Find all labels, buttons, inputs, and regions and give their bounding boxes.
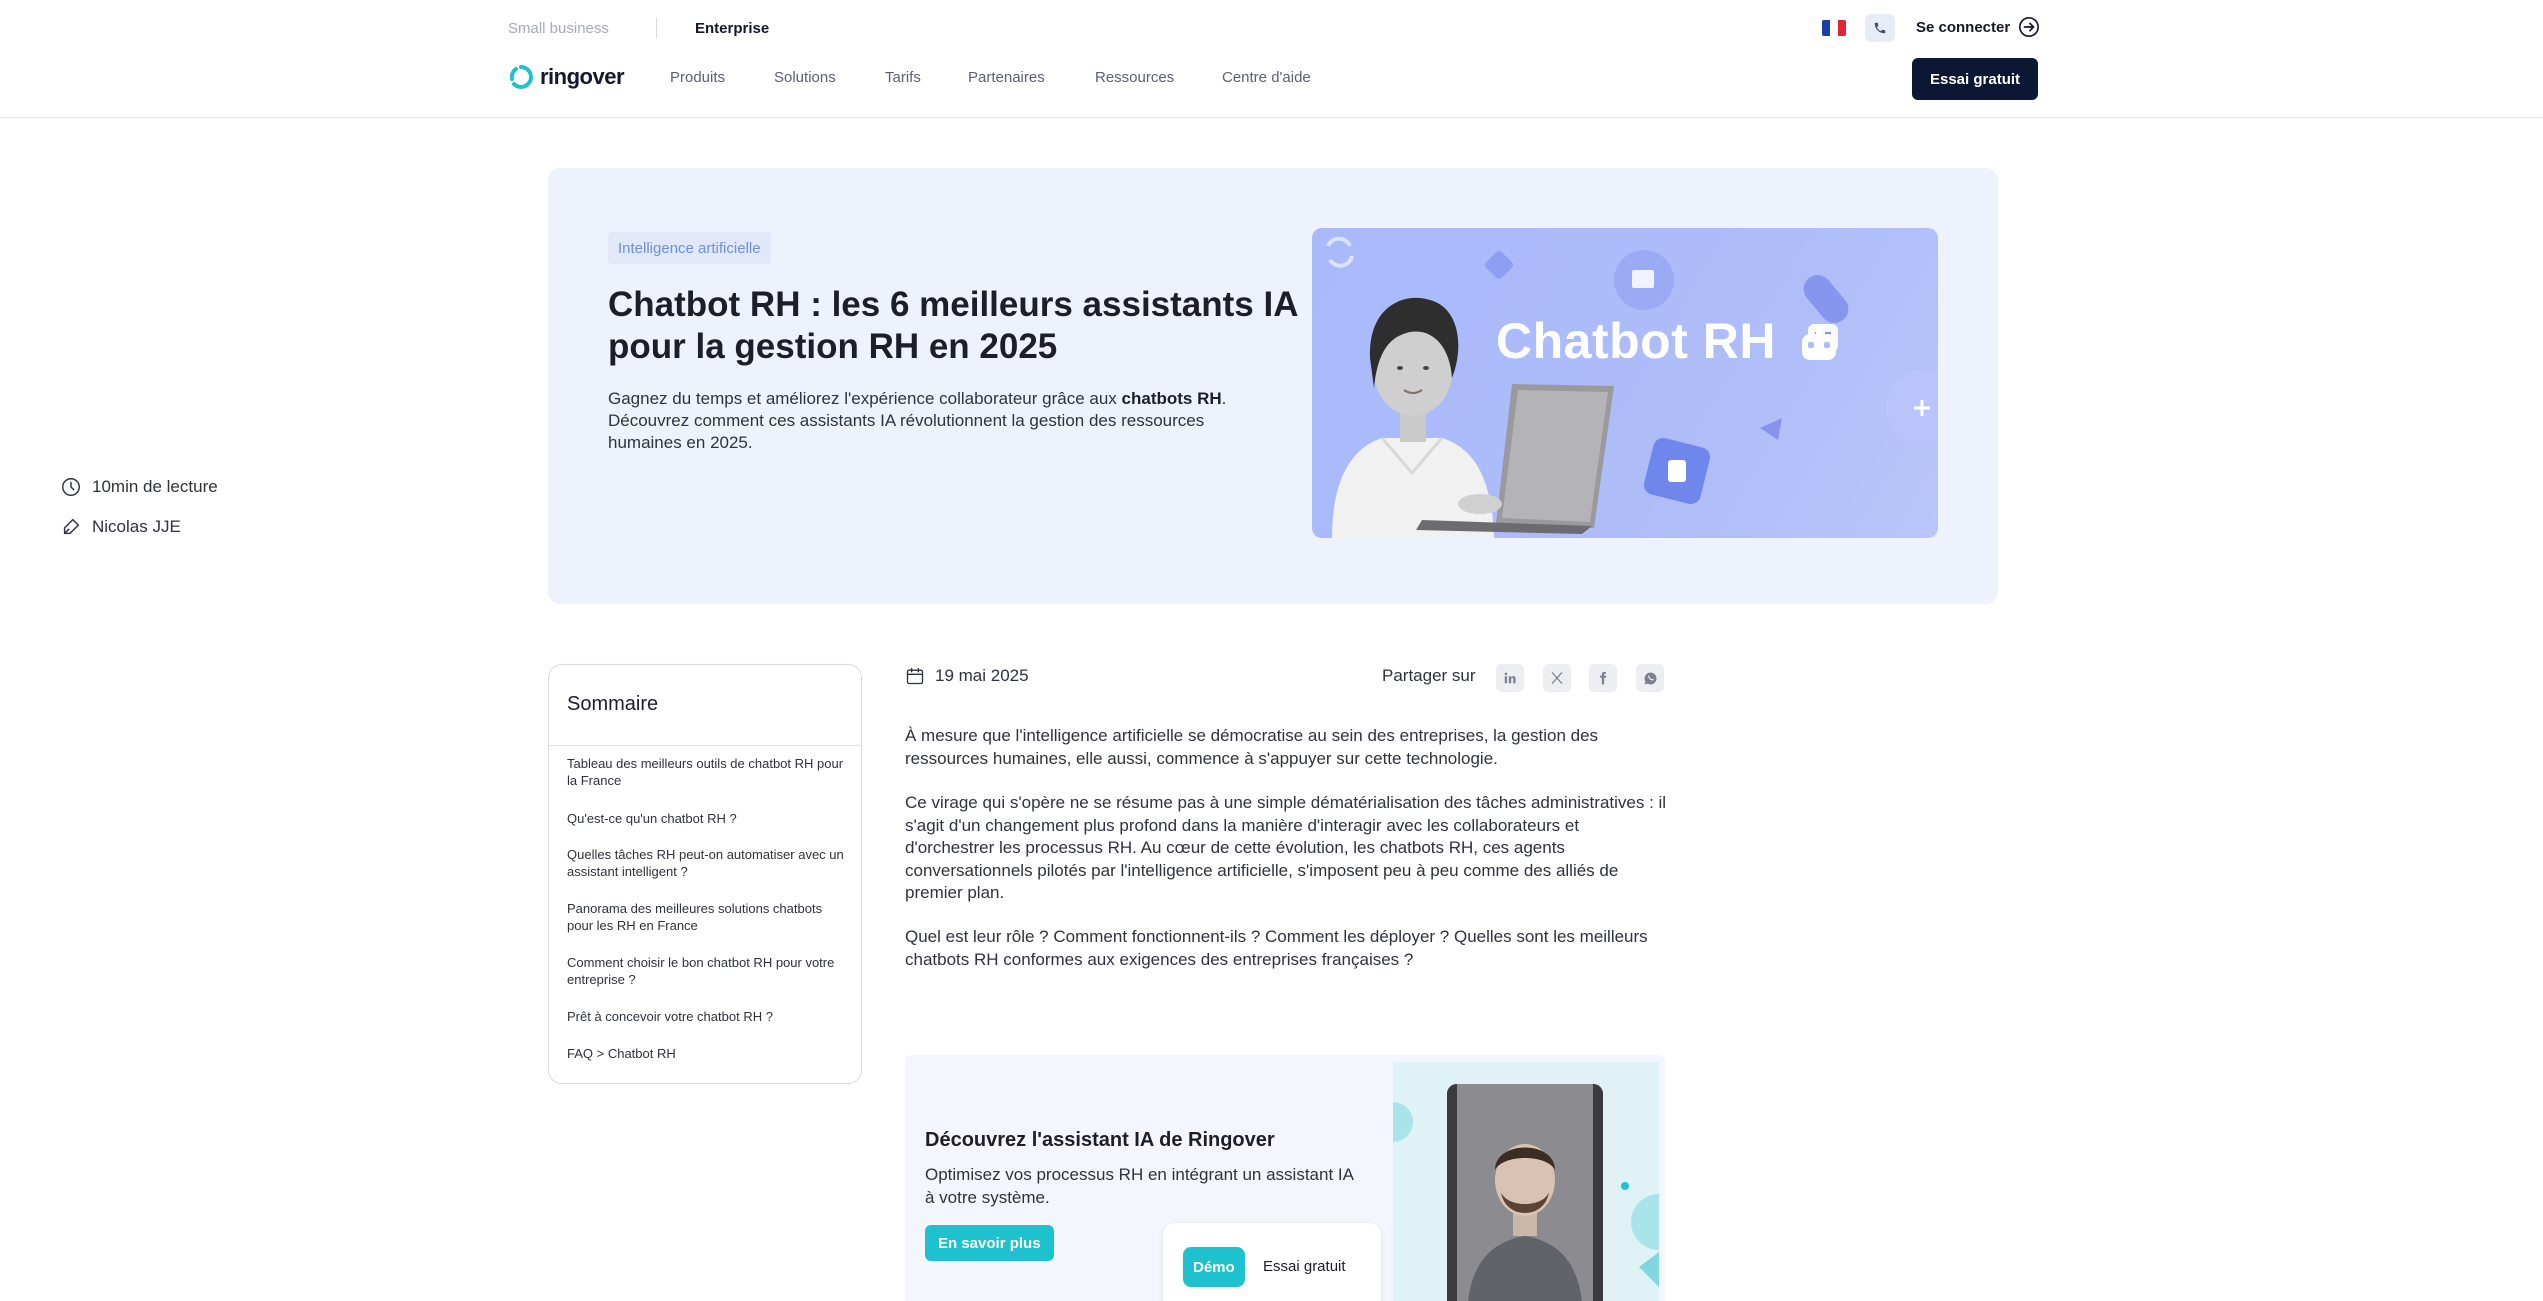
intro-bold: chatbots RH: [1121, 389, 1222, 408]
x-icon: [1551, 672, 1563, 684]
article-intro: Gagnez du temps et améliorez l'expérienc…: [608, 388, 1268, 454]
nav-partenaires[interactable]: Partenaires: [968, 69, 1045, 86]
demo-card: Démo Essai gratuit: [1163, 1223, 1381, 1301]
table-of-contents: Sommaire Tableau des meilleurs outils de…: [548, 664, 862, 1084]
publish-date: 19 mai 2025: [905, 666, 1029, 686]
article-title: Chatbot RH : les 6 meilleurs assistants …: [608, 285, 1298, 366]
article-paragraph: À mesure que l'intelligence artificielle…: [905, 726, 1599, 768]
toc-item[interactable]: Qu'est-ce qu'un chatbot RH ?: [567, 810, 849, 827]
intro-text-1: Gagnez du temps et améliorez l'expérienc…: [608, 389, 1122, 408]
segment-divider: [656, 18, 657, 38]
login-link[interactable]: Se connecter: [1916, 16, 2040, 38]
toc-item[interactable]: Quelles tâches RH peut-on automatiser av…: [567, 846, 849, 880]
segment-small-business[interactable]: Small business: [508, 20, 609, 37]
toc-title: Sommaire: [567, 693, 659, 715]
hero-illustration: Chatbot RH: [1312, 228, 1938, 538]
phone-button[interactable]: [1865, 14, 1895, 42]
ai-assistant-promo: Découvrez l'assistant IA de Ringover Opt…: [905, 1055, 1665, 1301]
promo-title: Découvrez l'assistant IA de Ringover: [925, 1129, 1275, 1151]
reading-time-label: 10min de lecture: [92, 477, 218, 496]
promo-illustration: [1393, 1062, 1659, 1301]
person-photo: [1447, 1084, 1603, 1301]
learn-more-button[interactable]: En savoir plus: [925, 1225, 1054, 1261]
toc-item[interactable]: Comment choisir le bon chatbot RH pour v…: [567, 954, 849, 988]
ringover-logo[interactable]: ringover: [508, 64, 625, 90]
main-nav: ringover Produits Solutions Tarifs Parte…: [0, 56, 2543, 118]
clock-icon: [62, 478, 80, 496]
category-tag[interactable]: Intelligence artificielle: [608, 232, 771, 264]
whatsapp-share-button[interactable]: [1636, 664, 1664, 692]
article-paragraph: Ce virage qui s'opère ne se résume pas à…: [905, 793, 1667, 902]
demo-button[interactable]: Démo: [1183, 1247, 1245, 1287]
toc-item[interactable]: FAQ > Chatbot RH: [567, 1045, 849, 1062]
ringover-logo-icon: [509, 65, 533, 89]
author: Nicolas JJE: [60, 516, 181, 538]
toc-item[interactable]: Panorama des meilleures solutions chatbo…: [567, 900, 849, 934]
article-paragraph: Quel est leur rôle ? Comment fonctionnen…: [905, 927, 1648, 969]
login-label: Se connecter: [1916, 18, 2011, 36]
robot-icon: [1802, 325, 1837, 360]
linkedin-icon: [1504, 672, 1516, 684]
share-label: Partager sur: [1382, 666, 1476, 685]
toc-item[interactable]: Prêt à concevoir votre chatbot RH ?: [567, 1008, 849, 1025]
hero-illustration-graphics: [1326, 236, 1938, 538]
free-trial-link[interactable]: Essai gratuit: [1263, 1258, 1346, 1275]
x-share-button[interactable]: [1543, 664, 1571, 692]
article-hero: Intelligence artificielle Chatbot RH : l…: [548, 168, 1998, 604]
facebook-share-button[interactable]: [1589, 664, 1617, 692]
phone-icon: [1874, 22, 1886, 34]
nav-ressources[interactable]: Ressources: [1095, 69, 1174, 86]
nav-produits[interactable]: Produits: [670, 69, 725, 86]
toc-item[interactable]: Tableau des meilleurs outils de chatbot …: [567, 755, 849, 789]
segment-enterprise[interactable]: Enterprise: [695, 20, 769, 37]
whatsapp-icon: [1644, 672, 1656, 684]
facebook-icon: [1600, 671, 1607, 685]
french-flag-icon[interactable]: [1822, 20, 1846, 36]
promo-text: Optimisez vos processus RH en intégrant …: [925, 1165, 1354, 1207]
nav-centre-aide[interactable]: Centre d'aide: [1222, 69, 1311, 86]
top-bar: Small business Enterprise Se connecter: [0, 0, 2543, 56]
calendar-icon: [906, 667, 924, 685]
pen-icon: [63, 518, 80, 535]
arrow-circle-icon: [2019, 17, 2040, 37]
publish-date-label: 19 mai 2025: [935, 666, 1029, 685]
free-trial-button[interactable]: Essai gratuit: [1912, 58, 2038, 100]
toc-divider: [549, 745, 861, 746]
phone-mockup: [1447, 1084, 1603, 1301]
nav-tarifs[interactable]: Tarifs: [885, 69, 921, 86]
author-name[interactable]: Nicolas JJE: [92, 517, 181, 537]
linkedin-share-button[interactable]: [1496, 664, 1524, 692]
logo-text: ringover: [540, 64, 625, 89]
hero-image-title: Chatbot RH: [1496, 312, 1842, 370]
hero-image-title-text: Chatbot RH: [1496, 313, 1776, 369]
nav-solutions[interactable]: Solutions: [774, 69, 836, 86]
reading-time: 10min de lecture: [60, 476, 218, 498]
